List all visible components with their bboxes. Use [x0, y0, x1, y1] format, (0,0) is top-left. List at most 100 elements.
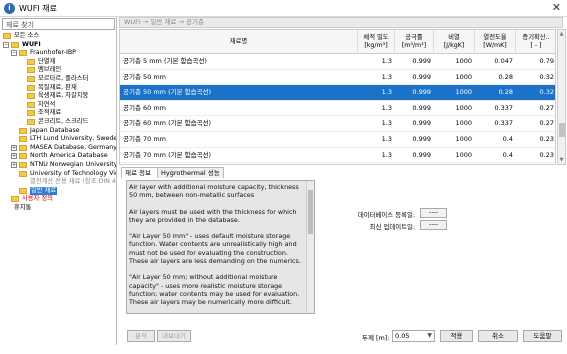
collapse-icon[interactable]: −	[3, 41, 9, 48]
column-header[interactable]: 재료명	[120, 30, 358, 54]
table-cell: 1.3	[381, 135, 392, 143]
tab-material-info[interactable]: 재료 정보	[121, 167, 158, 178]
table-cell: 0.4	[502, 135, 513, 143]
scrollbar-thumb[interactable]	[559, 123, 565, 137]
thickness-select[interactable]: 0.05 ▼	[392, 330, 435, 342]
cancel-button[interactable]: 취소	[478, 330, 518, 342]
table-scrollbar[interactable]: ▲ ▼	[557, 29, 566, 165]
table-cell: 0.28	[498, 72, 513, 81]
material-tree: 모든 소스 − WUFI − Fraunhofer-IBP 단열재 멤브레인 모르타르, 플라…	[0, 32, 117, 213]
table-cell: 0.32	[539, 88, 554, 97]
description-paragraph: "Air Layer 50 mm" - uses default moistur…	[129, 232, 301, 266]
wufi-app-icon: i	[4, 3, 15, 14]
expand-icon[interactable]: +	[11, 161, 17, 168]
tree-node[interactable]: 콘크리트, 스크리드	[0, 118, 116, 127]
tree-node[interactable]: 사용자 정의	[0, 195, 116, 204]
column-header-text: 체적 밀도	[363, 34, 389, 41]
table-row[interactable]: 공기층 50 mm 1.3 0.999 1000 0.28 0.32	[120, 70, 555, 86]
folder-icon	[19, 50, 27, 57]
tree-node[interactable]: + North America Database	[0, 152, 116, 161]
table-cell: 0.999	[395, 163, 431, 164]
table-cell: 1000	[455, 150, 472, 159]
table-row[interactable]: 공기층 60 mm 1.3 0.999 1000 0.337 0.27	[120, 101, 555, 117]
tree-node[interactable]: 휴지통	[0, 203, 116, 213]
table-cell: 0.999	[412, 72, 431, 81]
scroll-up-icon[interactable]: ▲	[558, 31, 565, 37]
table-row[interactable]: 공기층 80 mm 1.30.99910000.450.2	[120, 163, 555, 164]
title-bar: i WUFI 재료 ✕	[0, 0, 567, 17]
tab-hygrothermal[interactable]: Hygrothermal 성능	[157, 167, 224, 178]
table-cell: 1000	[434, 163, 472, 164]
table-cell: 0.999	[412, 57, 431, 65]
scroll-down-icon[interactable]: ▼	[558, 157, 565, 163]
tree-node[interactable]: − WUFI	[0, 41, 116, 50]
expand-icon[interactable]: +	[11, 153, 17, 160]
table-cell: 1.3	[381, 72, 392, 81]
table-cell: 0.999	[412, 150, 431, 159]
thickness-label: 두께 [m]:	[362, 334, 390, 342]
tree-node[interactable]: 멤브레인	[0, 66, 116, 75]
column-header[interactable]: 체적 밀도 [kg/m³]	[358, 30, 395, 54]
tree-node[interactable]: − Fraunhofer-IBP	[0, 49, 116, 58]
analyze-button[interactable]: 분석	[127, 330, 155, 342]
collapse-icon[interactable]: −	[11, 50, 17, 57]
expand-icon[interactable]: +	[11, 144, 17, 151]
table-cell: 0.337	[494, 119, 513, 128]
table-cell: 0.23	[539, 135, 554, 143]
help-button[interactable]: 도움말	[523, 330, 562, 342]
tree-node-label: MASEA Database, Germany	[30, 143, 117, 151]
window-title: WUFI 재료	[19, 4, 57, 13]
tree-node[interactable]: + NTNU Norwegian University of	[0, 161, 116, 170]
column-header[interactable]: 증기확산..[ - ]	[516, 30, 555, 54]
tree-node[interactable]: 모든 소스	[0, 32, 116, 41]
tree-node[interactable]: + MASEA Database, Germany	[0, 143, 117, 153]
tree-node[interactable]: 일반 재료	[0, 186, 116, 196]
folder-icon	[27, 75, 35, 82]
column-header-text: 공극률	[405, 34, 423, 41]
close-icon[interactable]: ✕	[552, 1, 561, 14]
column-header[interactable]: 비열 [J/kgK]	[434, 30, 475, 54]
table-cell: 0.27	[539, 103, 554, 112]
folder-icon	[27, 93, 35, 100]
tree-node[interactable]: Japan Database	[0, 127, 116, 136]
tree-node-label: LTH Lund University, Sweden	[30, 135, 117, 143]
table-row[interactable]: 공기층 60 mm (기본 함습곡선) 1.3 0.999 1000 0.337 0.27	[120, 116, 555, 132]
table-cell: 0.047	[494, 57, 513, 65]
tree-node-label: 모르타르, 플라스터	[38, 74, 89, 82]
table-row[interactable]: 공기층 50 mm (기본 함습곡선) 1.3 0.999 1000 0.28 0.32	[120, 85, 555, 101]
description-scrollbar[interactable]	[306, 181, 314, 313]
table-cell: 1000	[455, 88, 472, 97]
apply-button[interactable]: 적용	[440, 330, 473, 342]
export-button[interactable]: 내보내기	[157, 330, 191, 342]
table-cell: 0.28	[498, 88, 513, 97]
tree-node[interactable]: 목질재료, 판재	[0, 83, 116, 93]
table-row[interactable]: 공기층 70 mm 1.3 0.999 1000 0.4 0.23	[120, 132, 555, 148]
tree-node[interactable]: 조적재료	[0, 109, 116, 118]
table-row[interactable]: 공기층 70 mm (기본 함습곡선) 1.3 0.999 1000 0.4 0.23	[120, 148, 555, 164]
folder-icon	[27, 101, 35, 108]
thickness-value: 0.05	[395, 332, 410, 340]
description-paragraph: "Air Layer 50 mm; without additional moi…	[129, 273, 300, 307]
table-cell: 1.3	[358, 163, 392, 164]
folder-icon	[27, 67, 35, 74]
tree-node-label: 휴지통	[14, 203, 32, 211]
tree-node[interactable]: University of Technology Vienn	[0, 170, 116, 179]
table-cell: 1000	[455, 135, 472, 143]
description-paragraph: Air layer with additional moisture capac…	[129, 183, 299, 200]
tree-node[interactable]: 육생재료, 자갈지붕	[0, 92, 116, 101]
tree-node-label: 멤브레인	[38, 66, 62, 74]
table-cell: 공기층 50 mm (기본 함습곡선)	[123, 88, 212, 97]
tree-node[interactable]: 모르타르, 플라스터	[0, 74, 116, 84]
tree-node[interactable]: LTH Lund University, Sweden	[0, 135, 117, 144]
tree-node-label: 목질재료, 판재	[38, 83, 77, 91]
tree-node-label: North America Database	[30, 152, 108, 160]
column-header[interactable]: 열전도율 [W/mK]	[475, 30, 516, 54]
table-row[interactable]: 공기층 5 mm (기본 함습곡선) 1.3 0.999 1000 0.047 0.79	[120, 54, 555, 70]
tree-node[interactable]: 열전계산 전용 재료 (참조:DIN 4	[0, 178, 116, 187]
column-header[interactable]: 공극률 [m³/m³]	[395, 30, 434, 54]
material-search-input[interactable]: 재료 찾기	[2, 18, 115, 30]
registered-date-value: ----	[420, 208, 447, 218]
table-cell: 0.999	[412, 119, 431, 128]
column-header-text: 비열	[448, 34, 460, 41]
scrollbar-thumb[interactable]	[308, 190, 313, 234]
